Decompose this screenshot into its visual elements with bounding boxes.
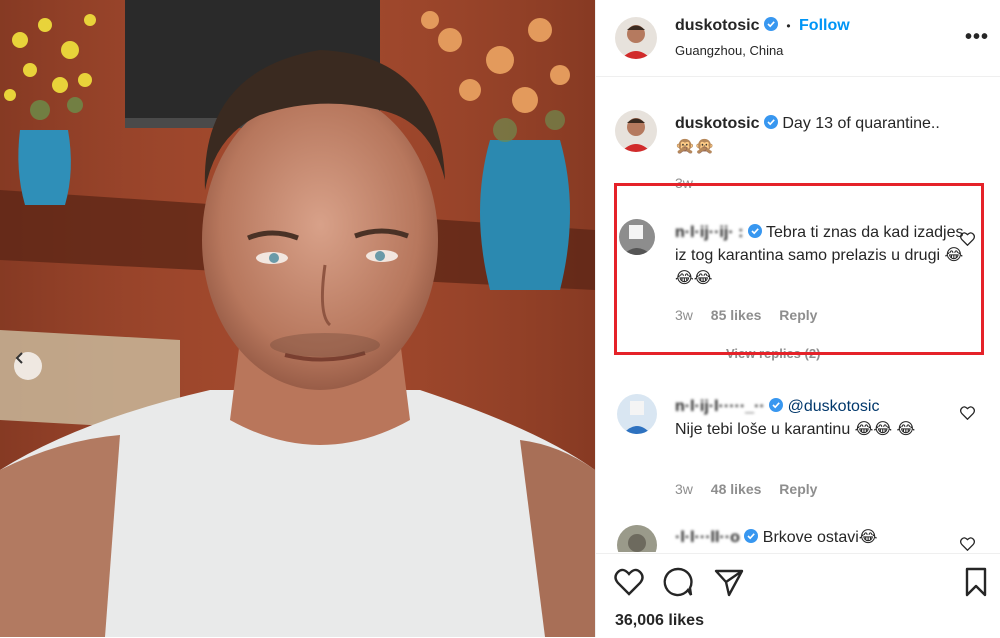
- comment-avatar[interactable]: [617, 525, 657, 552]
- comment-mention[interactable]: @duskotosic: [788, 398, 880, 415]
- carousel-prev-button[interactable]: [14, 352, 42, 380]
- caption-username[interactable]: duskotosic: [675, 115, 759, 132]
- post-header: duskotosic • Follow Guangzhou, China •••: [596, 0, 1000, 77]
- comment-body: Nije tebi loše u karantinu 😂😂 😂: [675, 421, 916, 438]
- verified-badge-icon: [763, 115, 778, 129]
- caption-text: duskotosic Day 13 of quarantine.. 🙊🙊: [675, 112, 965, 158]
- caption-emoji: 🙊🙊: [675, 138, 715, 155]
- comment-like-heart-icon[interactable]: [960, 537, 975, 551]
- comment-time[interactable]: 3w: [675, 481, 693, 497]
- share-paper-plane-icon[interactable]: [713, 566, 745, 598]
- comment-meta: 3w 48 likes Reply: [675, 481, 831, 497]
- comment-avatar[interactable]: [617, 394, 657, 434]
- verified-badge-icon: [763, 17, 778, 31]
- author-avatar[interactable]: [615, 17, 657, 59]
- caption-body: Day 13 of quarantine..: [782, 115, 940, 132]
- chevron-left-icon: [15, 352, 23, 364]
- comment-likes[interactable]: 48 likes: [711, 481, 762, 497]
- verified-badge-icon: [769, 398, 784, 412]
- selfie-image: [0, 0, 595, 637]
- comment-username[interactable]: n·l·ij·l·····_··: [675, 398, 769, 415]
- comment-bubble-icon[interactable]: [662, 566, 694, 598]
- post-photo[interactable]: [0, 0, 595, 637]
- comment-body: Brkove ostavi😂: [762, 529, 878, 546]
- verified-badge-icon: [744, 529, 759, 543]
- post-actions-bar: 36,006 likes: [596, 553, 1000, 638]
- reply-button[interactable]: Reply: [779, 481, 817, 497]
- comment-text: n·l·ij·l·····_·· @duskotosic Nije tebi l…: [675, 395, 965, 441]
- more-options-icon[interactable]: •••: [965, 26, 989, 49]
- post-location[interactable]: Guangzhou, China: [675, 43, 783, 58]
- comment-text: ·l·l···ll··o Brkove ostavi😂: [675, 526, 965, 549]
- caption-avatar[interactable]: [615, 110, 657, 152]
- comment-username[interactable]: ·l·l···ll··o: [675, 529, 740, 546]
- like-heart-icon[interactable]: [613, 566, 645, 598]
- post-like-count[interactable]: 36,006 likes: [615, 612, 704, 630]
- save-bookmark-icon[interactable]: [960, 566, 992, 598]
- comment-like-heart-icon[interactable]: [960, 406, 975, 420]
- author-username[interactable]: duskotosic: [675, 17, 759, 34]
- highlight-box: [614, 183, 984, 355]
- follow-button[interactable]: Follow: [799, 17, 850, 34]
